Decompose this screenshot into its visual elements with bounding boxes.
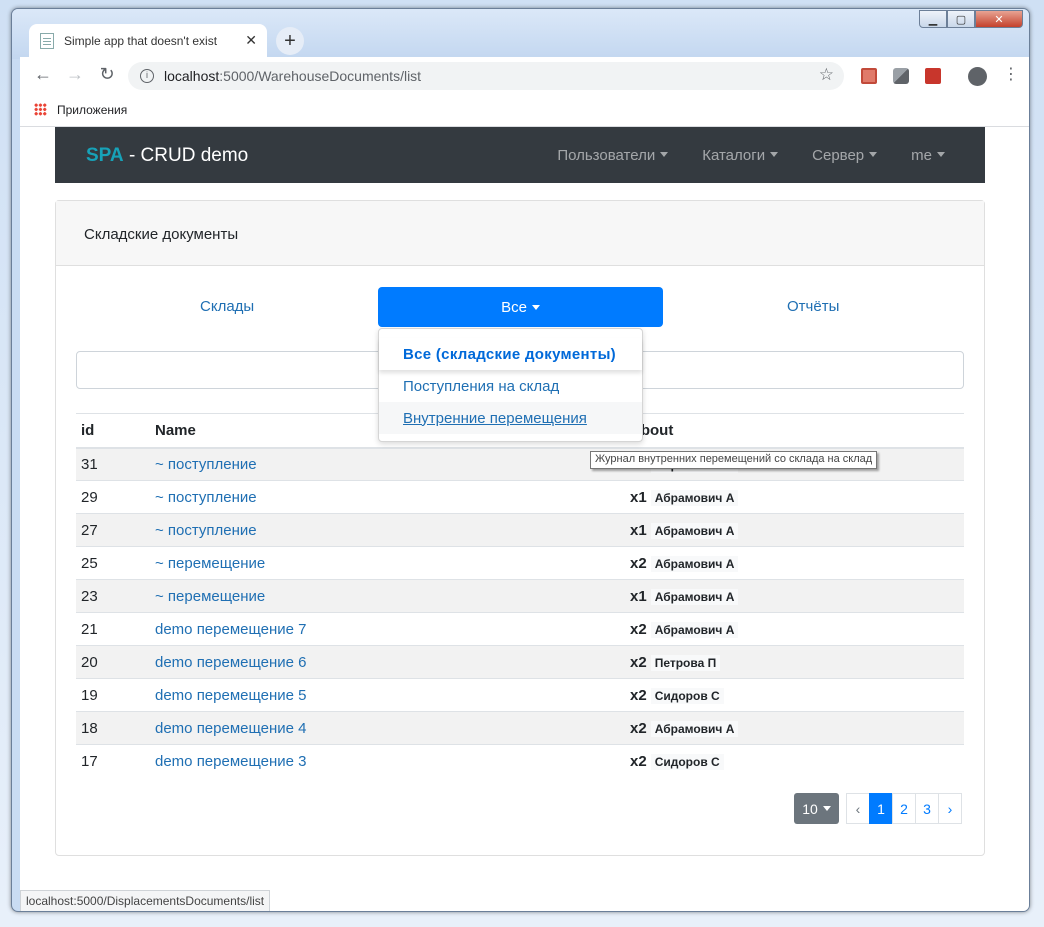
documents-card: Складские документы Склады Все Отчёты id… [55,200,985,856]
row-link[interactable]: ~ перемещение [155,555,265,572]
close-window-button[interactable]: ✕ [975,10,1023,28]
nav-menu: Пользователи Каталоги Сервер me [523,147,945,164]
drive-extension-icon[interactable] [893,68,909,84]
nav-server[interactable]: Сервер [795,147,878,164]
table-row: 25 ~ перемещение x2 Абрамович А [76,546,964,580]
menu-item-displacements[interactable]: Внутренние перемещения [379,402,642,434]
title-bar: Simple app that doesn't exist ✕ + ▁ ▢ ✕ [12,9,1029,59]
next-page-button[interactable]: › [938,793,962,824]
row-link[interactable]: demo перемещение 5 [155,687,307,704]
pdf-extension-icon[interactable] [861,68,877,84]
browser-tab[interactable]: Simple app that doesn't exist ✕ [29,24,267,57]
row-link[interactable]: ~ поступление [155,489,257,506]
row-link[interactable]: demo перемещение 6 [155,654,307,671]
nav-users[interactable]: Пользователи [540,147,669,164]
table-row: 17 demo перемещение 3 x2 Сидоров С [76,744,964,778]
forward-icon[interactable]: → [64,64,86,85]
page-content: SPA - CRUD demo Пользователи Каталоги Се… [20,127,1029,911]
row-link[interactable]: ~ перемещение [155,588,265,605]
browser-window: Simple app that doesn't exist ✕ + ▁ ▢ ✕ … [11,8,1030,912]
apps-grid-icon[interactable] [34,103,47,116]
documents-dropdown-menu: Все (складские документы) Поступления на… [378,328,643,442]
card-tabs: Склады Все Отчёты [76,287,964,327]
extension-icon[interactable] [925,68,941,84]
page-2-button[interactable]: 2 [892,793,916,824]
col-id[interactable]: id [76,413,150,449]
window-controls: ▁ ▢ ✕ [919,10,1023,28]
status-bar: localhost:5000/DisplacementsDocuments/li… [20,890,271,911]
table-row: 18 demo перемещение 4 x2 Абрамович А [76,711,964,745]
table-row: 23 ~ перемещение x1 Абрамович А [76,579,964,613]
col-about[interactable]: About [625,413,964,449]
row-link[interactable]: demo перемещение 3 [155,753,307,770]
brand[interactable]: SPA - CRUD demo [86,145,248,167]
table-row: 20 demo перемещение 6 x2 Петрова П [76,645,964,679]
page-1-button[interactable]: 1 [869,793,893,824]
url-field[interactable]: i localhost:5000/WarehouseDocuments/list… [128,62,844,90]
prev-page-button[interactable]: ‹ [846,793,870,824]
bookmark-star-icon[interactable]: ☆ [819,65,834,85]
info-icon[interactable]: i [140,69,154,83]
menu-item-receipts[interactable]: Поступления на склад [379,370,642,402]
table-row: 29 ~ поступление x1 Абрамович А [76,480,964,514]
nav-me[interactable]: me [894,147,945,164]
row-link[interactable]: ~ поступление [155,456,257,473]
tab-close-icon[interactable]: ✕ [245,32,257,49]
tab-reports[interactable]: Отчёты [787,298,839,315]
card-header: Складские документы [56,201,984,266]
back-icon[interactable]: ← [32,64,54,85]
all-dropdown-button[interactable]: Все [378,287,663,327]
bookmarks-bar: Приложения [20,93,1029,127]
menu-item-all[interactable]: Все (складские документы) [379,338,642,370]
nav-catalogs[interactable]: Каталоги [685,147,779,164]
tab-title: Simple app that doesn't exist [64,33,218,48]
navbar: SPA - CRUD demo Пользователи Каталоги Се… [55,127,985,183]
page-icon [40,32,54,49]
apps-bookmark[interactable]: Приложения [57,103,127,117]
page-3-button[interactable]: 3 [915,793,939,824]
new-tab-button[interactable]: + [276,27,304,55]
row-link[interactable]: ~ поступление [155,522,257,539]
reload-icon[interactable]: ↻ [96,64,118,85]
tooltip: Журнал внутренних перемещений со склада … [590,451,878,469]
row-link[interactable]: demo перемещение 4 [155,720,307,737]
row-link[interactable]: demo перемещение 7 [155,621,307,638]
menu-icon[interactable]: ⋮ [1000,64,1022,84]
minimize-button[interactable]: ▁ [919,10,947,28]
table-row: 27 ~ поступление x1 Абрамович А [76,513,964,547]
profile-icon[interactable] [968,67,987,86]
pagination: 10 ‹ 1 2 3 › [794,793,962,824]
maximize-button[interactable]: ▢ [947,10,975,28]
table-row: 21 demo перемещение 7 x2 Абрамович А [76,612,964,646]
tab-warehouses[interactable]: Склады [200,298,254,315]
table-row: 19 demo перемещение 5 x2 Сидоров С [76,678,964,712]
address-bar: ← → ↻ i localhost:5000/WarehouseDocument… [20,57,1029,93]
page-size-dropdown[interactable]: 10 [794,793,839,824]
url-text: localhost:5000/WarehouseDocuments/list [164,68,422,84]
